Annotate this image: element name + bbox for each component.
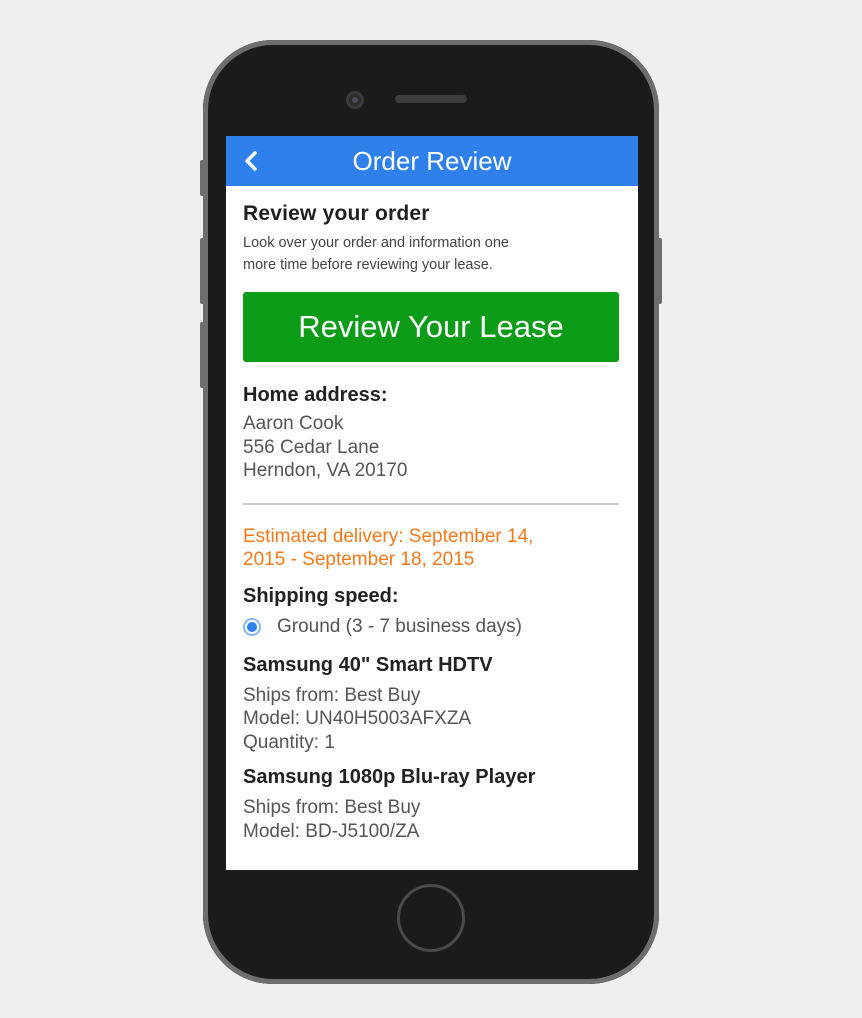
chevron-left-icon	[245, 151, 257, 171]
divider	[243, 502, 619, 505]
review-description-line: more time before reviewing your lease.	[243, 257, 493, 273]
item-model: Model: UN40H5003AFXZA	[243, 708, 472, 729]
back-button[interactable]	[238, 148, 264, 174]
home-address-label: Home address:	[243, 384, 388, 406]
address-street: 556 Cedar Lane	[243, 436, 380, 458]
estimated-delivery: Estimated delivery: September 14, 2015 -…	[243, 525, 621, 571]
volume-down-button	[200, 322, 206, 388]
earpiece-speaker	[395, 95, 467, 103]
address-name: Aaron Cook	[243, 413, 344, 434]
radio-selected-dot	[247, 621, 257, 632]
shipping-speed-label: Shipping speed:	[243, 584, 399, 607]
review-lease-button[interactable]: Review Your Lease	[243, 292, 619, 362]
front-camera	[346, 91, 364, 109]
item-ships-from: Ships from: Best Buy	[243, 684, 421, 706]
phone-screen: Order Review Review your order Look over…	[226, 136, 638, 870]
review-heading: Review your order	[243, 202, 430, 225]
shipping-option-label: Ground (3 - 7 business days)	[277, 615, 523, 637]
shipping-radio[interactable]	[243, 617, 261, 636]
estimated-delivery-line: Estimated delivery: September 14,	[243, 525, 534, 547]
shipping-option-ground[interactable]: Ground (3 - 7 business days)	[243, 616, 621, 638]
item-ships-from: Ships from: Best Buy	[243, 797, 421, 818]
home-button[interactable]	[397, 884, 465, 952]
review-description: Look over your order and information one…	[243, 232, 621, 276]
volume-up-button	[200, 238, 206, 304]
item-title: Samsung 1080p Blu-ray Player	[243, 766, 536, 788]
address-city-state-zip: Herndon, VA 20170	[243, 460, 408, 481]
item-details: Ships from: Best Buy Model: BD-J5100/ZA	[243, 796, 621, 843]
home-address: Aaron Cook 556 Cedar Lane Herndon, VA 20…	[243, 412, 621, 483]
item-title: Samsung 40" Smart HDTV	[243, 653, 493, 676]
item-model: Model: BD-J5100/ZA	[243, 820, 420, 842]
estimated-delivery-line: 2015 - September 18, 2015	[243, 548, 475, 570]
page-title: Order Review	[352, 145, 512, 176]
power-button	[656, 238, 662, 304]
item-quantity: Quantity: 1	[243, 731, 335, 753]
item-details: Ships from: Best Buy Model: UN40H5003AFX…	[243, 684, 621, 755]
mute-switch	[200, 160, 206, 196]
main-content: Review your order Look over your order a…	[226, 186, 638, 843]
review-description-line: Look over your order and information one	[243, 235, 509, 251]
app-bar: Order Review	[226, 136, 638, 186]
